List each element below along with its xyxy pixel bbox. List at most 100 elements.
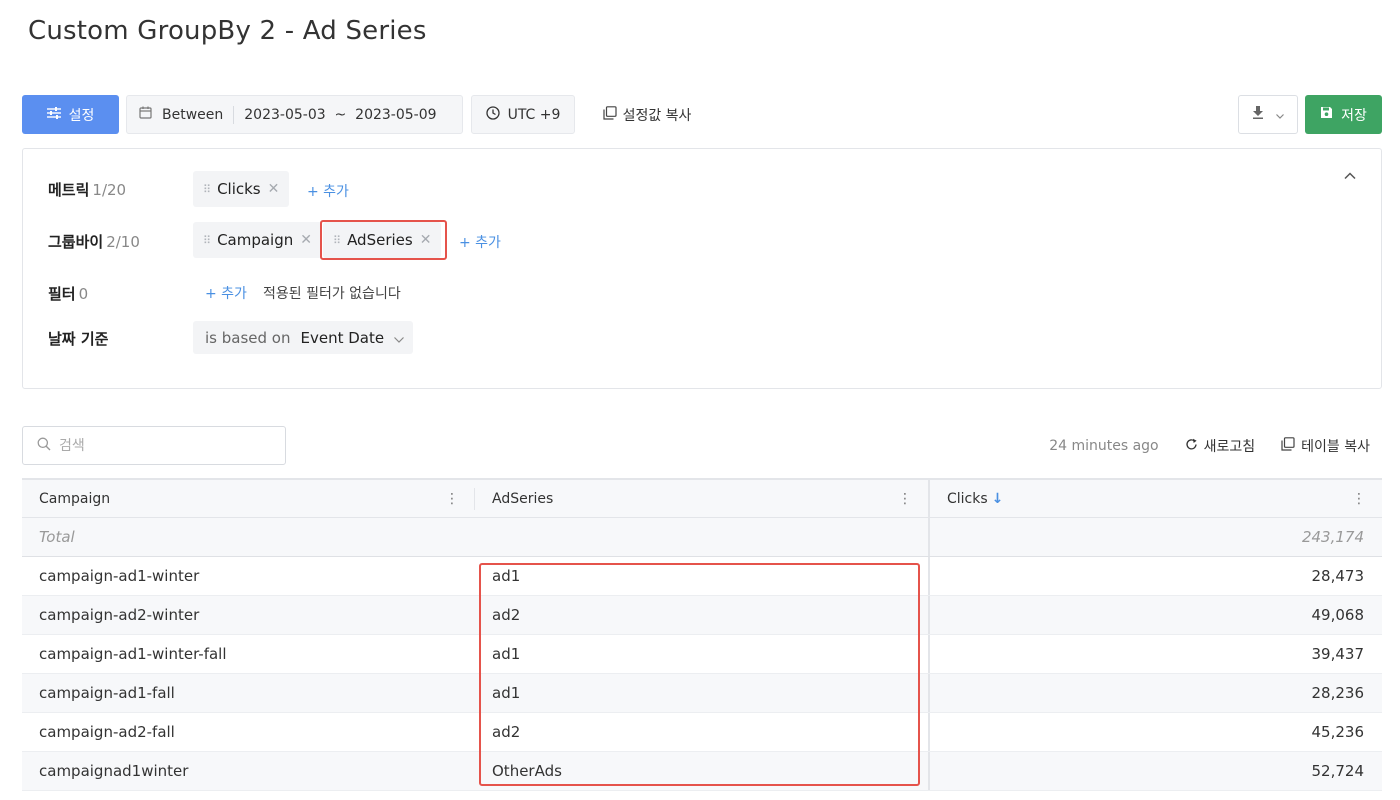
adseries-highlight-box: [320, 220, 447, 260]
drag-handle-icon[interactable]: ⠿: [203, 183, 211, 196]
clicks-cell: 49,068: [928, 596, 1382, 634]
copy-settings-label: 설정값 복사: [622, 107, 692, 124]
refresh-icon: [1185, 438, 1198, 455]
floppy-disk-icon: [1320, 106, 1333, 123]
copy-settings-button[interactable]: 설정값 복사: [592, 95, 702, 134]
copy-icon: [1281, 437, 1295, 455]
download-icon: [1252, 106, 1264, 123]
date-range-value: 2023-05-03 ~ 2023-05-09: [244, 106, 437, 123]
last-updated-timestamp: 24 minutes ago: [1049, 438, 1159, 454]
table-row[interactable]: campaignad1winter OtherAds 52,724: [22, 752, 1382, 791]
clicks-cell: 28,473: [928, 557, 1382, 595]
date-basis-value: Event Date: [300, 328, 385, 347]
filter-label: 필터 0: [48, 283, 88, 304]
groupby-chip-label: Campaign: [217, 231, 294, 249]
total-adseries-cell: [475, 518, 928, 556]
groupby-chip-campaign[interactable]: ⠿ Campaign ✕: [193, 222, 322, 258]
total-clicks: 243,174: [928, 518, 1382, 556]
table-header: Campaign ⋮ AdSeries ⋮ Clicks ↓ ⋮: [22, 480, 1382, 518]
adseries-cell: ad1: [492, 645, 521, 663]
search-icon: [37, 437, 51, 455]
groupby-count: 2/10: [106, 233, 140, 251]
date-range-picker[interactable]: Between 2023-05-03 ~ 2023-05-09: [126, 95, 463, 134]
column-header-adseries[interactable]: AdSeries ⋮: [475, 480, 928, 517]
close-icon[interactable]: ✕: [268, 181, 280, 197]
more-vertical-icon[interactable]: ⋮: [445, 491, 459, 507]
add-groupby-link[interactable]: + 추가: [459, 232, 501, 252]
copy-table-label: 테이블 복사: [1301, 439, 1370, 455]
refresh-button[interactable]: 새로고침: [1185, 436, 1256, 456]
table-row[interactable]: campaign-ad1-fall ad1 28,236: [22, 674, 1382, 713]
download-button[interactable]: [1238, 95, 1298, 134]
filter-label-text: 필터: [48, 285, 76, 303]
adseries-cell: ad1: [492, 684, 521, 702]
filter-empty-text: 적용된 필터가 없습니다: [263, 286, 401, 302]
results-table: Campaign ⋮ AdSeries ⋮ Clicks ↓ ⋮ Total 2…: [22, 478, 1382, 791]
save-button-label: 저장: [1341, 107, 1367, 124]
metrics-label-text: 메트릭: [48, 181, 90, 199]
add-filter-link[interactable]: + 추가: [205, 283, 247, 303]
more-vertical-icon[interactable]: ⋮: [1352, 491, 1366, 507]
table-actions: 24 minutes ago 새로고침 테이블 복사: [1049, 436, 1370, 456]
column-header-campaign[interactable]: Campaign ⋮: [22, 480, 475, 517]
campaign-cell: campaign-ad1-fall: [39, 684, 175, 702]
metrics-count: 1/20: [92, 181, 127, 199]
table-total-row: Total 243,174: [22, 518, 1382, 557]
clock-icon: [485, 105, 500, 124]
campaign-cell: campaign-ad1-winter: [39, 567, 200, 585]
chevron-down-icon: [1276, 107, 1284, 123]
timezone-value: UTC +9: [507, 106, 561, 123]
metric-chip-label: Clicks: [217, 180, 261, 198]
sort-descending-icon[interactable]: ↓: [992, 491, 1004, 507]
table-row[interactable]: campaign-ad2-fall ad2 45,236: [22, 713, 1382, 752]
save-button[interactable]: 저장: [1305, 95, 1382, 134]
add-metric-link[interactable]: + 추가: [307, 181, 349, 201]
drag-handle-icon[interactable]: ⠿: [203, 234, 211, 247]
close-icon[interactable]: ✕: [300, 232, 312, 248]
campaign-cell: campaign-ad1-winter-fall: [39, 645, 227, 663]
table-row[interactable]: campaign-ad2-winter ad2 49,068: [22, 596, 1382, 635]
search-input[interactable]: [59, 437, 259, 454]
table-row[interactable]: campaign-ad1-winter ad1 28,473: [22, 557, 1382, 596]
campaign-cell: campaign-ad2-winter: [39, 606, 200, 624]
adseries-cell: ad2: [492, 723, 521, 741]
filter-count: 0: [78, 285, 89, 303]
query-config-panel: 메트릭 1/20 ⠿ Clicks ✕ + 추가 그룹바이 2/10 ⠿ Campa…: [22, 148, 1382, 389]
column-header-label: AdSeries: [492, 490, 554, 507]
timezone-button[interactable]: UTC +9: [471, 95, 575, 134]
clicks-cell: 52,724: [928, 752, 1382, 790]
copy-icon: [602, 105, 617, 124]
table-row[interactable]: campaign-ad1-winter-fall ad1 39,437: [22, 635, 1382, 674]
adseries-cell: OtherAds: [492, 762, 562, 780]
settings-button[interactable]: 설정: [22, 95, 119, 134]
campaign-cell: campaignad1winter: [39, 762, 189, 780]
date-basis-select[interactable]: is based on Event Date: [193, 321, 413, 354]
metrics-label: 메트릭 1/20: [48, 179, 126, 200]
page-title: Custom GroupBy 2 - Ad Series: [28, 16, 427, 46]
sliders-icon: [46, 106, 61, 123]
chevron-up-icon[interactable]: [1343, 169, 1357, 183]
clicks-cell: 39,437: [928, 635, 1382, 673]
divider: [233, 105, 235, 124]
adseries-cell: ad1: [492, 567, 521, 585]
chevron-down-icon: [394, 329, 405, 347]
total-label: Total: [39, 528, 75, 546]
groupby-label: 그룹바이 2/10: [48, 231, 140, 252]
date-basis-label: 날짜 기준: [48, 330, 109, 348]
column-header-label: Clicks: [947, 490, 988, 507]
campaign-cell: campaign-ad2-fall: [39, 723, 175, 741]
search-box[interactable]: [22, 426, 286, 465]
more-vertical-icon[interactable]: ⋮: [898, 491, 912, 507]
metric-chip-clicks[interactable]: ⠿ Clicks ✕: [193, 171, 290, 207]
groupby-label-text: 그룹바이: [48, 233, 104, 251]
column-header-clicks[interactable]: Clicks ↓ ⋮: [928, 480, 1382, 517]
toolbar: 설정 Between 2023-05-03 ~ 2023-05-09 UTC +…: [22, 95, 1382, 134]
settings-button-label: 설정: [68, 107, 95, 124]
clicks-cell: 45,236: [928, 713, 1382, 751]
calendar-icon: [139, 106, 152, 123]
clicks-cell: 28,236: [928, 674, 1382, 712]
date-basis-prefix: is based on: [205, 328, 291, 347]
copy-table-button[interactable]: 테이블 복사: [1281, 436, 1370, 456]
date-mode: Between: [162, 106, 224, 123]
refresh-label: 새로고침: [1203, 439, 1256, 455]
